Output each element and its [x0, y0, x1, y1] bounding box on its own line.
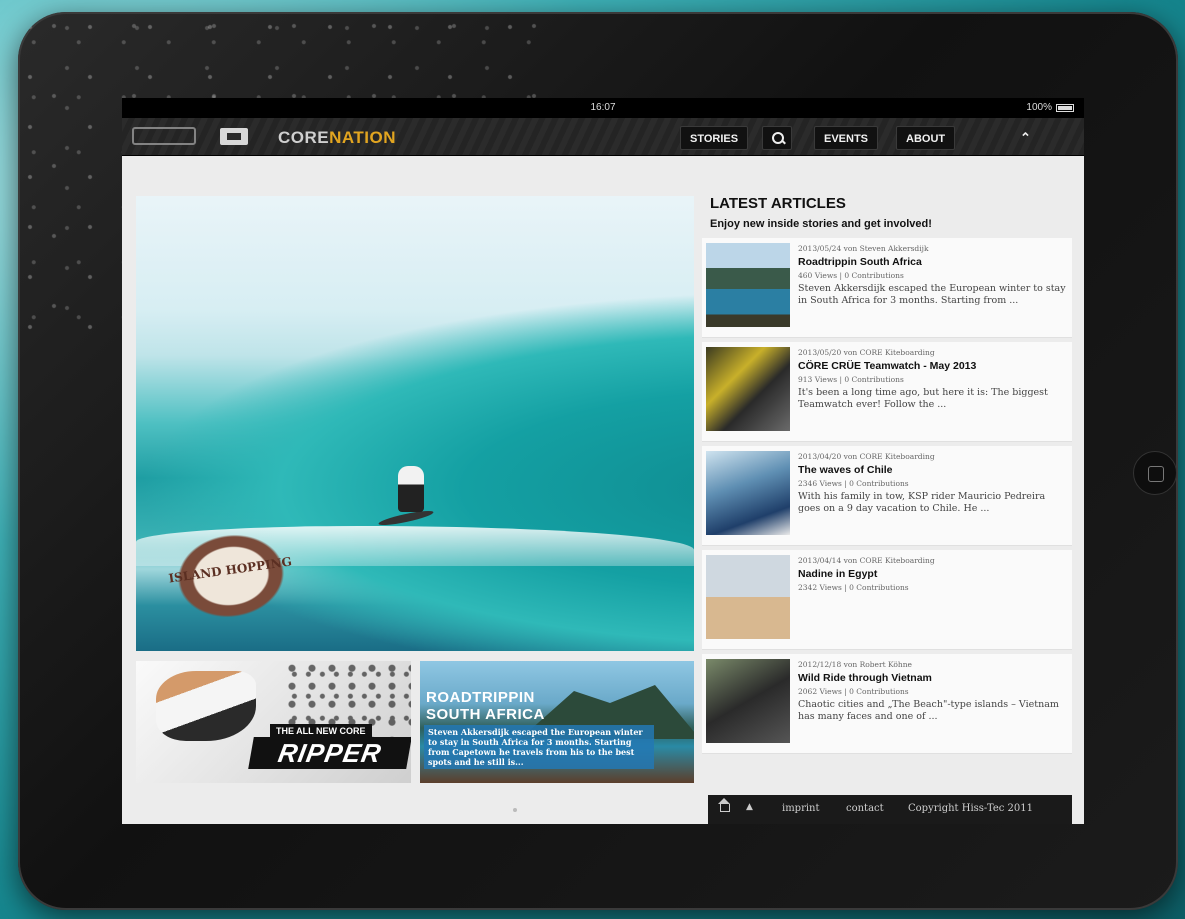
- battery-icon: [1056, 103, 1074, 112]
- article-title[interactable]: Nadine in Egypt: [798, 568, 1068, 580]
- article-meta: 2013/05/24 von Steven Akkersdijk: [798, 244, 929, 253]
- article-meta: 2012/12/18 von Robert Köhne: [798, 660, 912, 669]
- screen-toggle-icon[interactable]: [220, 128, 248, 145]
- search-icon[interactable]: [762, 126, 792, 150]
- article-item[interactable]: 2013/04/20 von CORE Kiteboarding The wav…: [702, 446, 1072, 546]
- nav-events-button[interactable]: EVENTS: [814, 126, 879, 150]
- brand-nation: NATION: [329, 128, 397, 147]
- battery-percent: 100%: [1026, 102, 1052, 113]
- ripper-tagline: THE ALL NEW CORE: [270, 724, 372, 738]
- article-thumbnail[interactable]: [706, 243, 790, 327]
- promo-roadtrip-tile[interactable]: ROADTRIPPIN SOUTH AFRICA Steven Akkersdi…: [420, 661, 694, 783]
- article-stats: 2342 Views | 0 Contributions: [798, 583, 909, 592]
- status-battery: 100%: [1026, 102, 1074, 113]
- footer-imprint-link[interactable]: imprint: [782, 803, 820, 814]
- promo-ripper-tile[interactable]: THE ALL NEW CORE RIPPER: [136, 661, 411, 783]
- tablet-screen: 16:07 100% CORENATION STORIES EVENTS ABO…: [122, 98, 1084, 824]
- article-thumbnail[interactable]: [706, 659, 790, 743]
- article-excerpt: Chaotic cities and „The Beach"-type isla…: [798, 699, 1059, 722]
- article-item[interactable]: 2013/04/14 von CORE Kiteboarding Nadine …: [702, 550, 1072, 650]
- footer-copyright: Copyright Hiss-Tec 2011: [908, 803, 1033, 814]
- ripper-title: RIPPER: [248, 737, 411, 769]
- article-stats: 2346 Views | 0 Contributions: [798, 479, 909, 488]
- article-thumbnail[interactable]: [706, 451, 790, 535]
- roadtrip-title-line2: SOUTH AFRICA: [426, 706, 545, 723]
- footer-bar: ▲ imprint contact Copyright Hiss-Tec 201…: [708, 795, 1072, 824]
- brand-core: CORE: [278, 128, 330, 147]
- article-excerpt: With his family in tow, KSP rider Mauric…: [798, 491, 1046, 514]
- logo-mark-icon[interactable]: [132, 127, 196, 145]
- navbar: CORENATION STORIES EVENTS ABOUT ⌃: [122, 118, 1084, 156]
- roadtrip-title: ROADTRIPPIN SOUTH AFRICA: [426, 689, 545, 723]
- scroll-up-icon[interactable]: ▲: [746, 802, 753, 812]
- hero-surf-image[interactable]: ISLAND HOPPING: [136, 196, 694, 651]
- page-indicator-dot: [513, 808, 517, 812]
- article-meta: 2013/04/20 von CORE Kiteboarding: [798, 452, 935, 461]
- article-item[interactable]: 2013/05/24 von Steven Akkersdijk Roadtri…: [702, 238, 1072, 338]
- rider-figure: [156, 671, 256, 741]
- article-title[interactable]: CÖRE CRÜE Teamwatch - May 2013: [798, 360, 1068, 372]
- footer-contact-link[interactable]: contact: [846, 803, 884, 814]
- status-bar: 16:07 100%: [122, 98, 1084, 118]
- hero-rider: [398, 466, 424, 512]
- article-meta: 2013/05/20 von CORE Kiteboarding: [798, 348, 935, 357]
- roadtrip-title-line1: ROADTRIPPIN: [426, 689, 535, 706]
- article-meta: 2013/04/14 von CORE Kiteboarding: [798, 556, 935, 565]
- article-stats: 913 Views | 0 Contributions: [798, 375, 904, 384]
- article-item[interactable]: 2012/12/18 von Robert Köhne Wild Ride th…: [702, 654, 1072, 754]
- home-icon[interactable]: [718, 798, 730, 812]
- home-button[interactable]: [1133, 451, 1177, 495]
- island-hopping-badge: ISLAND HOPPING: [159, 517, 303, 635]
- latest-articles-subheading: Enjoy new inside stories and get involve…: [710, 218, 932, 230]
- article-thumbnail[interactable]: [706, 555, 790, 639]
- article-item[interactable]: 2013/05/20 von CORE Kiteboarding CÖRE CR…: [702, 342, 1072, 442]
- article-stats: 2062 Views | 0 Contributions: [798, 687, 909, 696]
- article-excerpt: Steven Akkersdijk escaped the European w…: [798, 283, 1066, 306]
- nav-stories-button[interactable]: STORIES: [680, 126, 749, 150]
- article-excerpt: It's been a long time ago, but here it i…: [798, 387, 1048, 410]
- brand-logo[interactable]: CORENATION: [278, 128, 396, 148]
- collapse-chevron-up-icon[interactable]: ⌃: [1020, 130, 1034, 145]
- roadtrip-excerpt: Steven Akkersdijk escaped the European w…: [424, 725, 654, 769]
- nav-about-button[interactable]: ABOUT: [896, 126, 956, 150]
- article-stats: 460 Views | 0 Contributions: [798, 271, 904, 280]
- status-time: 16:07: [590, 102, 616, 113]
- article-title[interactable]: Wild Ride through Vietnam: [798, 672, 1068, 684]
- article-title[interactable]: The waves of Chile: [798, 464, 1068, 476]
- article-title[interactable]: Roadtrippin South Africa: [798, 256, 1068, 268]
- latest-articles-heading: LATEST ARTICLES: [710, 195, 846, 212]
- article-thumbnail[interactable]: [706, 347, 790, 431]
